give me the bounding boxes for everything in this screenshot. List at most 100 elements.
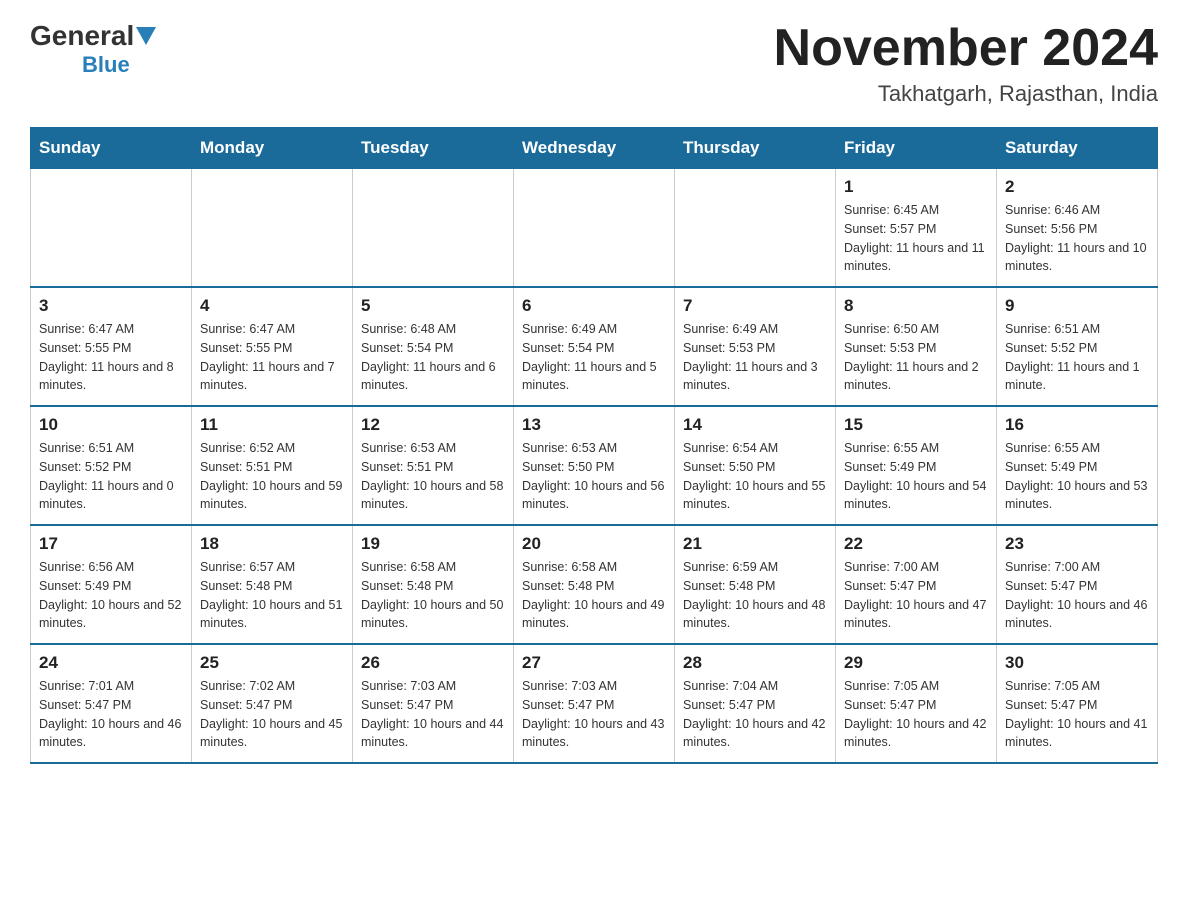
cell-info: Sunrise: 6:53 AMSunset: 5:51 PMDaylight:… <box>361 439 505 514</box>
cell-date: 19 <box>361 534 505 554</box>
cell-date: 20 <box>522 534 666 554</box>
col-wednesday: Wednesday <box>514 128 675 169</box>
cell-date: 3 <box>39 296 183 316</box>
cell-date: 5 <box>361 296 505 316</box>
calendar-cell: 16 Sunrise: 6:55 AMSunset: 5:49 PMDaylig… <box>997 406 1158 525</box>
title-block: November 2024 Takhatgarh, Rajasthan, Ind… <box>774 20 1158 107</box>
cell-info: Sunrise: 6:58 AMSunset: 5:48 PMDaylight:… <box>522 558 666 633</box>
calendar-title: November 2024 <box>774 20 1158 77</box>
calendar-cell: 17 Sunrise: 6:56 AMSunset: 5:49 PMDaylig… <box>31 525 192 644</box>
cell-date: 25 <box>200 653 344 673</box>
cell-date: 11 <box>200 415 344 435</box>
cell-date: 18 <box>200 534 344 554</box>
cell-date: 2 <box>1005 177 1149 197</box>
cell-info: Sunrise: 7:05 AMSunset: 5:47 PMDaylight:… <box>844 677 988 752</box>
col-tuesday: Tuesday <box>353 128 514 169</box>
cell-info: Sunrise: 7:00 AMSunset: 5:47 PMDaylight:… <box>1005 558 1149 633</box>
cell-date: 21 <box>683 534 827 554</box>
logo-triangle-icon <box>136 27 156 45</box>
calendar-cell <box>514 169 675 288</box>
cell-date: 28 <box>683 653 827 673</box>
cell-info: Sunrise: 6:45 AMSunset: 5:57 PMDaylight:… <box>844 201 988 276</box>
calendar-cell: 5 Sunrise: 6:48 AMSunset: 5:54 PMDayligh… <box>353 287 514 406</box>
cell-info: Sunrise: 6:51 AMSunset: 5:52 PMDaylight:… <box>1005 320 1149 395</box>
cell-date: 8 <box>844 296 988 316</box>
cell-date: 1 <box>844 177 988 197</box>
calendar-location: Takhatgarh, Rajasthan, India <box>774 81 1158 107</box>
calendar-cell <box>675 169 836 288</box>
col-sunday: Sunday <box>31 128 192 169</box>
calendar-cell: 30 Sunrise: 7:05 AMSunset: 5:47 PMDaylig… <box>997 644 1158 763</box>
calendar-cell: 7 Sunrise: 6:49 AMSunset: 5:53 PMDayligh… <box>675 287 836 406</box>
calendar-cell: 6 Sunrise: 6:49 AMSunset: 5:54 PMDayligh… <box>514 287 675 406</box>
calendar-cell: 4 Sunrise: 6:47 AMSunset: 5:55 PMDayligh… <box>192 287 353 406</box>
cell-info: Sunrise: 6:59 AMSunset: 5:48 PMDaylight:… <box>683 558 827 633</box>
cell-date: 12 <box>361 415 505 435</box>
calendar-cell <box>353 169 514 288</box>
col-monday: Monday <box>192 128 353 169</box>
page-header: General Blue November 2024 Takhatgarh, R… <box>30 20 1158 107</box>
cell-info: Sunrise: 6:57 AMSunset: 5:48 PMDaylight:… <box>200 558 344 633</box>
cell-date: 17 <box>39 534 183 554</box>
logo-blue-text: Blue <box>82 52 130 78</box>
cell-info: Sunrise: 6:46 AMSunset: 5:56 PMDaylight:… <box>1005 201 1149 276</box>
cell-info: Sunrise: 6:49 AMSunset: 5:54 PMDaylight:… <box>522 320 666 395</box>
cell-info: Sunrise: 7:01 AMSunset: 5:47 PMDaylight:… <box>39 677 183 752</box>
cell-date: 30 <box>1005 653 1149 673</box>
cell-date: 4 <box>200 296 344 316</box>
calendar-cell: 8 Sunrise: 6:50 AMSunset: 5:53 PMDayligh… <box>836 287 997 406</box>
calendar-cell <box>192 169 353 288</box>
col-thursday: Thursday <box>675 128 836 169</box>
cell-info: Sunrise: 6:56 AMSunset: 5:49 PMDaylight:… <box>39 558 183 633</box>
cell-date: 6 <box>522 296 666 316</box>
calendar-cell: 19 Sunrise: 6:58 AMSunset: 5:48 PMDaylig… <box>353 525 514 644</box>
calendar-week-row: 17 Sunrise: 6:56 AMSunset: 5:49 PMDaylig… <box>31 525 1158 644</box>
calendar-cell: 28 Sunrise: 7:04 AMSunset: 5:47 PMDaylig… <box>675 644 836 763</box>
cell-date: 26 <box>361 653 505 673</box>
calendar-cell: 25 Sunrise: 7:02 AMSunset: 5:47 PMDaylig… <box>192 644 353 763</box>
cell-date: 13 <box>522 415 666 435</box>
calendar-week-row: 3 Sunrise: 6:47 AMSunset: 5:55 PMDayligh… <box>31 287 1158 406</box>
calendar-cell: 11 Sunrise: 6:52 AMSunset: 5:51 PMDaylig… <box>192 406 353 525</box>
cell-info: Sunrise: 6:55 AMSunset: 5:49 PMDaylight:… <box>1005 439 1149 514</box>
calendar-week-row: 24 Sunrise: 7:01 AMSunset: 5:47 PMDaylig… <box>31 644 1158 763</box>
calendar-cell: 12 Sunrise: 6:53 AMSunset: 5:51 PMDaylig… <box>353 406 514 525</box>
calendar-week-row: 1 Sunrise: 6:45 AMSunset: 5:57 PMDayligh… <box>31 169 1158 288</box>
calendar-cell <box>31 169 192 288</box>
cell-info: Sunrise: 6:51 AMSunset: 5:52 PMDaylight:… <box>39 439 183 514</box>
cell-date: 27 <box>522 653 666 673</box>
calendar-cell: 26 Sunrise: 7:03 AMSunset: 5:47 PMDaylig… <box>353 644 514 763</box>
cell-info: Sunrise: 6:48 AMSunset: 5:54 PMDaylight:… <box>361 320 505 395</box>
calendar-cell: 15 Sunrise: 6:55 AMSunset: 5:49 PMDaylig… <box>836 406 997 525</box>
cell-info: Sunrise: 6:47 AMSunset: 5:55 PMDaylight:… <box>200 320 344 395</box>
cell-info: Sunrise: 7:05 AMSunset: 5:47 PMDaylight:… <box>1005 677 1149 752</box>
cell-info: Sunrise: 7:00 AMSunset: 5:47 PMDaylight:… <box>844 558 988 633</box>
calendar-cell: 18 Sunrise: 6:57 AMSunset: 5:48 PMDaylig… <box>192 525 353 644</box>
cell-info: Sunrise: 7:03 AMSunset: 5:47 PMDaylight:… <box>522 677 666 752</box>
calendar-cell: 10 Sunrise: 6:51 AMSunset: 5:52 PMDaylig… <box>31 406 192 525</box>
calendar-cell: 14 Sunrise: 6:54 AMSunset: 5:50 PMDaylig… <box>675 406 836 525</box>
cell-info: Sunrise: 6:50 AMSunset: 5:53 PMDaylight:… <box>844 320 988 395</box>
cell-info: Sunrise: 6:54 AMSunset: 5:50 PMDaylight:… <box>683 439 827 514</box>
calendar-cell: 20 Sunrise: 6:58 AMSunset: 5:48 PMDaylig… <box>514 525 675 644</box>
cell-date: 23 <box>1005 534 1149 554</box>
calendar-table: Sunday Monday Tuesday Wednesday Thursday… <box>30 127 1158 764</box>
calendar-cell: 22 Sunrise: 7:00 AMSunset: 5:47 PMDaylig… <box>836 525 997 644</box>
cell-date: 29 <box>844 653 988 673</box>
calendar-cell: 29 Sunrise: 7:05 AMSunset: 5:47 PMDaylig… <box>836 644 997 763</box>
calendar-cell: 2 Sunrise: 6:46 AMSunset: 5:56 PMDayligh… <box>997 169 1158 288</box>
cell-date: 10 <box>39 415 183 435</box>
cell-info: Sunrise: 6:52 AMSunset: 5:51 PMDaylight:… <box>200 439 344 514</box>
calendar-cell: 9 Sunrise: 6:51 AMSunset: 5:52 PMDayligh… <box>997 287 1158 406</box>
cell-info: Sunrise: 6:53 AMSunset: 5:50 PMDaylight:… <box>522 439 666 514</box>
cell-date: 7 <box>683 296 827 316</box>
calendar-cell: 23 Sunrise: 7:00 AMSunset: 5:47 PMDaylig… <box>997 525 1158 644</box>
cell-info: Sunrise: 6:55 AMSunset: 5:49 PMDaylight:… <box>844 439 988 514</box>
calendar-cell: 27 Sunrise: 7:03 AMSunset: 5:47 PMDaylig… <box>514 644 675 763</box>
logo-general-text: General <box>30 20 134 52</box>
cell-date: 22 <box>844 534 988 554</box>
cell-date: 15 <box>844 415 988 435</box>
cell-date: 14 <box>683 415 827 435</box>
cell-info: Sunrise: 6:58 AMSunset: 5:48 PMDaylight:… <box>361 558 505 633</box>
calendar-cell: 13 Sunrise: 6:53 AMSunset: 5:50 PMDaylig… <box>514 406 675 525</box>
